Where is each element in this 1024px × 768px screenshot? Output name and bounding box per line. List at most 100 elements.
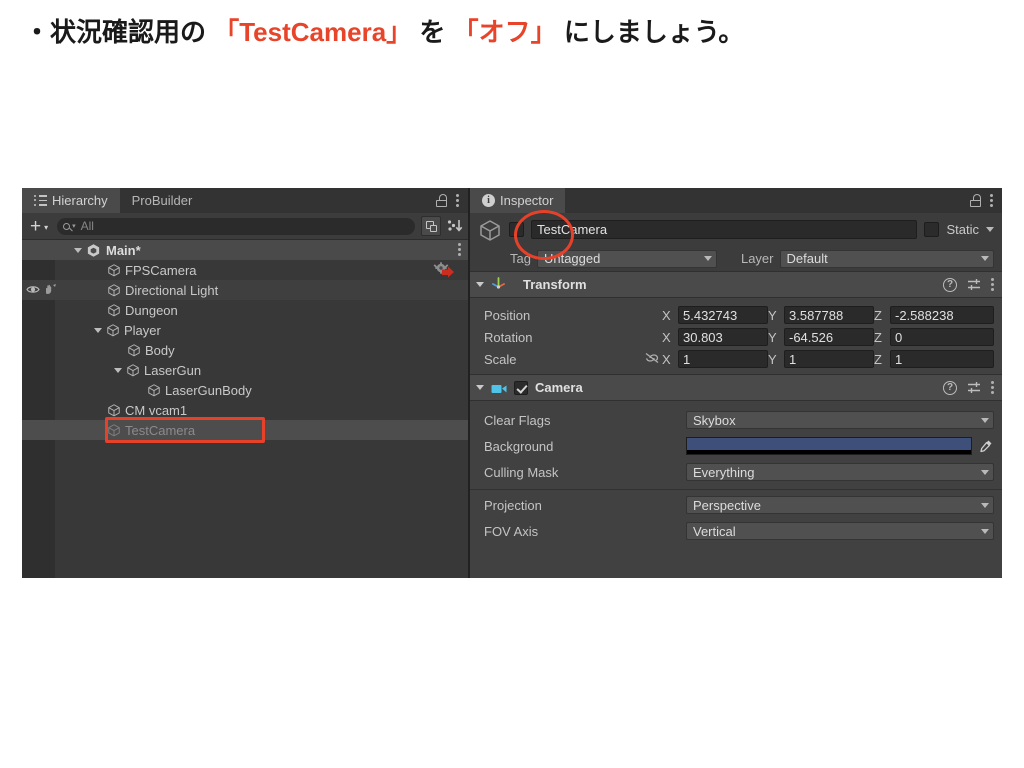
transform-position-y-field[interactable]: 3.587788 (784, 306, 874, 324)
lock-icon[interactable] (970, 194, 981, 207)
page-title: ・状況確認用の 「TestCamera」 を 「オフ」 にしましょう。 (24, 12, 744, 49)
kebab-menu-icon[interactable] (991, 381, 994, 394)
tab-probuilder-label: ProBuilder (131, 193, 193, 208)
transform-rotation-z-field[interactable]: 0 (890, 328, 994, 346)
open-in-window-button[interactable] (421, 216, 441, 236)
visibility-toggles (26, 283, 57, 298)
tab-probuilder[interactable]: ProBuilder (119, 188, 205, 213)
camera-foldout-icon[interactable] (476, 385, 484, 390)
layer-value: Default (786, 251, 828, 266)
axis-label-z: Z (874, 351, 882, 367)
transform-header-actions: ? (943, 277, 994, 292)
kebab-menu-icon[interactable] (456, 194, 459, 207)
static-checkbox[interactable] (924, 222, 940, 237)
dropdown-value: Everything (693, 464, 755, 480)
transform-row-position: Position X 5.432743 Y 3.587788 Z -2.588238 (484, 304, 994, 326)
camera-title: Camera (535, 380, 583, 395)
camera-culling-mask-dropdown[interactable]: Everything (686, 463, 994, 481)
kebab-menu-icon[interactable] (990, 194, 993, 207)
unity-editor-window: Hierarchy ProBuilder + ▾ ▾ All Main* FPS… (22, 188, 1002, 578)
hand-picking-icon[interactable] (43, 283, 57, 298)
create-button[interactable]: + ▾ (27, 217, 51, 236)
hierarchy-row-label: LaserGun (144, 362, 202, 378)
hierarchy-row-fpscamera[interactable]: FPSCamera (22, 260, 468, 280)
tag-label: Tag (510, 251, 531, 266)
tag-value: Untagged (543, 251, 601, 266)
transform-scale-z-field[interactable]: 1 (890, 350, 994, 368)
transform-component-header[interactable]: Transform ? (470, 271, 1002, 298)
camera-row-clear-flags: Clear Flags Skybox (470, 407, 1002, 433)
gameobject-cube-icon (106, 323, 120, 337)
hierarchy-row-lasergun[interactable]: LaserGun (22, 360, 468, 380)
search-input[interactable]: ▾ All (57, 217, 415, 235)
hierarchy-row-dungeon[interactable]: Dungeon (22, 300, 468, 320)
preset-sliders-icon[interactable] (967, 381, 981, 394)
hierarchy-row-testcamera[interactable]: TestCamera (22, 420, 468, 440)
caption-middle: を (412, 17, 453, 47)
foldout-open-icon[interactable] (74, 247, 82, 253)
chevron-down-icon (703, 256, 712, 261)
hierarchy-row-main[interactable]: Main* (22, 240, 468, 260)
eyedropper-icon[interactable] (977, 439, 994, 453)
kebab-menu-icon[interactable] (458, 243, 461, 256)
hierarchy-row-player[interactable]: Player (22, 320, 468, 340)
transform-position-x-field[interactable]: 5.432743 (678, 306, 768, 324)
static-label: Static (946, 222, 979, 237)
transform-scale-y-field[interactable]: 1 (784, 350, 874, 368)
tabbar-filler (204, 188, 427, 213)
kebab-menu-icon[interactable] (991, 278, 994, 291)
hierarchy-row-cm-vcam1[interactable]: CM vcam1 (22, 400, 468, 420)
eye-icon[interactable] (26, 283, 40, 298)
gameobject-name-value: TestCamera (537, 222, 608, 237)
caption-prefix: ・状況確認用の (24, 17, 214, 47)
camera-projection-dropdown[interactable]: Perspective (686, 496, 994, 514)
transform-foldout-icon[interactable] (476, 282, 484, 287)
lock-icon[interactable] (436, 194, 447, 207)
hierarchy-row-lasergunbody[interactable]: LaserGunBody (22, 380, 468, 400)
axis-label-x: X (662, 307, 671, 323)
hierarchy-row-label: FPSCamera (125, 262, 197, 278)
gameobject-name-field[interactable]: TestCamera (531, 220, 918, 239)
transform-scale-x-field[interactable]: 1 (678, 350, 768, 368)
transform-axis-icon (491, 275, 506, 295)
open-in-window-icon (426, 221, 437, 232)
hierarchy-row-label: Main* (106, 242, 141, 258)
hierarchy-row-label: Directional Light (125, 282, 219, 298)
help-icon[interactable]: ? (943, 380, 957, 395)
hierarchy-row-label: LaserGunBody (165, 382, 252, 398)
camera-row-projection: Projection Perspective (470, 492, 1002, 518)
transform-position-z-field[interactable]: -2.588238 (890, 306, 994, 324)
sort-alpha-icon[interactable] (447, 219, 463, 233)
gameobject-active-checkbox[interactable] (509, 222, 524, 237)
layer-dropdown[interactable]: Default (779, 249, 994, 268)
hierarchy-tabbar: Hierarchy ProBuilder (22, 188, 468, 213)
chevron-down-icon (981, 502, 989, 508)
transform-rotation-x-field[interactable]: 30.803 (678, 328, 768, 346)
gameobject-cube-icon (127, 343, 141, 357)
chevron-down-icon (981, 469, 989, 475)
foldout-open-icon[interactable] (114, 367, 122, 373)
inspector-tabbar: i Inspector (470, 188, 1002, 213)
camera-clear-flags-dropdown[interactable]: Skybox (686, 411, 994, 429)
hierarchy-row-body[interactable]: Body (22, 340, 468, 360)
foldout-open-icon[interactable] (94, 327, 102, 333)
constrain-proportions-off-icon[interactable] (644, 352, 660, 367)
chevron-down-icon (981, 256, 989, 261)
tag-dropdown[interactable]: Untagged (536, 249, 717, 268)
dropdown-value: Skybox (693, 412, 736, 428)
tab-hierarchy[interactable]: Hierarchy (22, 188, 120, 213)
camera-enabled-checkbox[interactable] (514, 380, 528, 395)
gameobject-cube-icon (147, 383, 161, 397)
background-color-swatch[interactable] (686, 437, 972, 455)
camera-fov-axis-dropdown[interactable]: Vertical (686, 522, 994, 540)
transform-row-label: Rotation (484, 329, 533, 345)
static-dropdown-caret-icon[interactable] (986, 227, 994, 232)
preset-sliders-icon[interactable] (967, 278, 981, 291)
gameobject-cube-icon (107, 303, 121, 317)
camera-component-header[interactable]: Camera ? (470, 374, 1002, 401)
hierarchy-row-directional-light[interactable]: Directional Light (22, 280, 468, 300)
transform-rotation-y-field[interactable]: -64.526 (784, 328, 874, 346)
help-icon[interactable]: ? (943, 277, 957, 292)
tab-inspector[interactable]: i Inspector (470, 188, 566, 213)
info-icon: i (482, 194, 495, 207)
